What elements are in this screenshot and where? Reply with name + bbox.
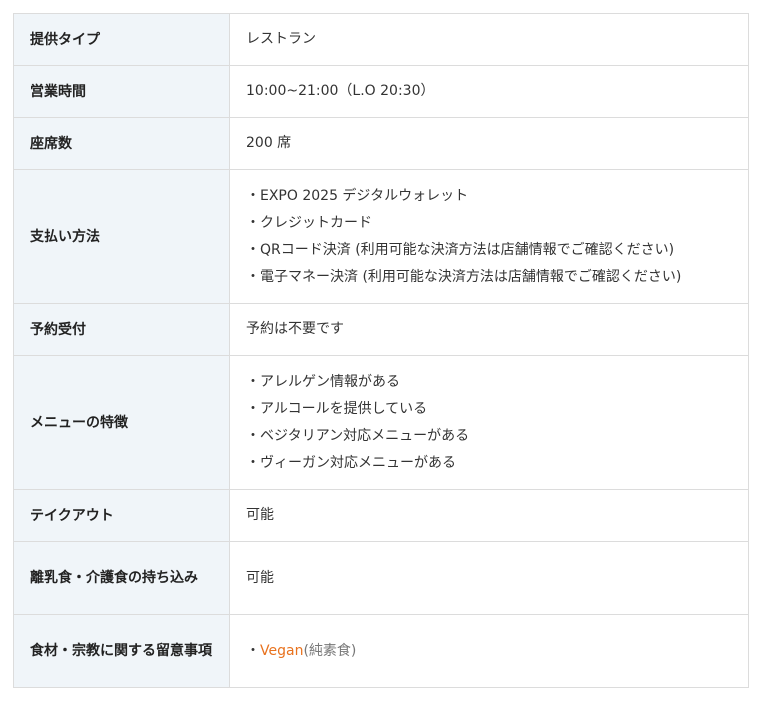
row-service-type: 提供タイプ レストラン: [13, 13, 749, 66]
row-label: 営業時間: [13, 65, 230, 118]
row-reservation: 予約受付 予約は不要です: [13, 303, 749, 356]
row-seats: 座席数 200 席: [13, 117, 749, 170]
row-value: ・Vegan(純素食): [229, 614, 749, 688]
list-item: ・ベジタリアン対応メニューがある: [246, 427, 470, 444]
row-label: テイクアウト: [13, 489, 230, 542]
row-label: 提供タイプ: [13, 13, 230, 66]
list-item: ・アレルゲン情報がある: [246, 373, 400, 390]
row-label: 座席数: [13, 117, 230, 170]
vegan-note: (純素食): [303, 642, 357, 659]
row-baby-food: 離乳食・介護食の持ち込み 可能: [13, 541, 749, 615]
list-item: ・クレジットカード: [246, 214, 372, 231]
row-label: 食材・宗教に関する留意事項: [13, 614, 230, 688]
row-business-hours: 営業時間 10:00~21:00（L.O 20:30）: [13, 65, 749, 118]
list-item: ・電子マネー決済 (利用可能な決済方法は店舗情報でご確認ください): [246, 268, 682, 285]
row-value: 予約は不要です: [229, 303, 749, 356]
vegan-link[interactable]: Vegan: [260, 643, 303, 659]
row-menu-features: メニューの特徴 ・アレルゲン情報がある ・アルコールを提供している ・ベジタリア…: [13, 355, 749, 490]
list-item: ・EXPO 2025 デジタルウォレット: [246, 187, 469, 204]
row-value: ・EXPO 2025 デジタルウォレット ・クレジットカード ・QRコード決済 …: [229, 169, 749, 304]
row-takeout: テイクアウト 可能: [13, 489, 749, 542]
row-label: メニューの特徴: [13, 355, 230, 490]
store-info-table: 提供タイプ レストラン 営業時間 10:00~21:00（L.O 20:30） …: [13, 13, 749, 688]
row-value: 200 席: [229, 117, 749, 170]
row-value: 可能: [229, 489, 749, 542]
row-value: 10:00~21:00（L.O 20:30）: [229, 65, 749, 118]
list-item: ・アルコールを提供している: [246, 400, 428, 417]
bullet: ・: [246, 642, 260, 659]
row-value: 可能: [229, 541, 749, 615]
row-label: 予約受付: [13, 303, 230, 356]
row-value: レストラン: [229, 13, 749, 66]
row-value: ・アレルゲン情報がある ・アルコールを提供している ・ベジタリアン対応メニューが…: [229, 355, 749, 490]
row-payment-methods: 支払い方法 ・EXPO 2025 デジタルウォレット ・クレジットカード ・QR…: [13, 169, 749, 304]
row-label: 離乳食・介護食の持ち込み: [13, 541, 230, 615]
list-item: ・QRコード決済 (利用可能な決済方法は店舗情報でご確認ください): [246, 241, 675, 258]
row-label: 支払い方法: [13, 169, 230, 304]
list-item: ・ヴィーガン対応メニューがある: [246, 454, 456, 471]
row-dietary-notes: 食材・宗教に関する留意事項 ・Vegan(純素食): [13, 614, 749, 688]
